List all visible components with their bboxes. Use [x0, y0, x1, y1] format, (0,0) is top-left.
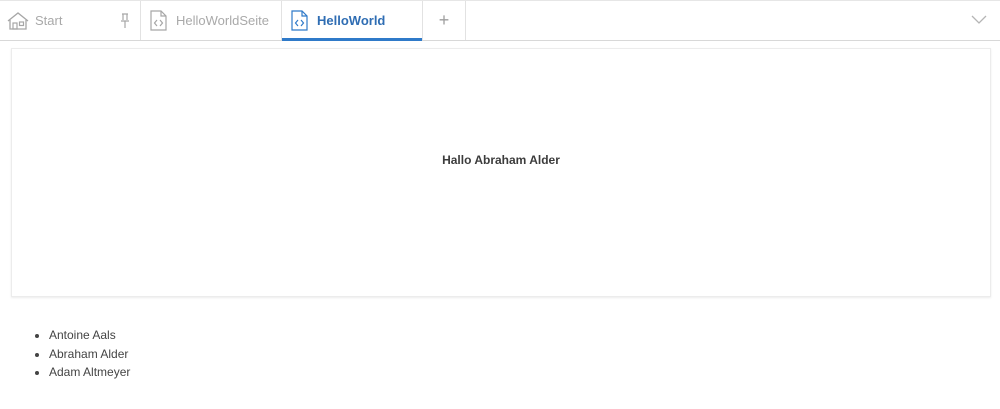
active-tab-indicator — [282, 38, 422, 41]
content-panel: Hallo Abraham Alder — [11, 48, 991, 297]
tab-start-label: Start — [35, 13, 63, 28]
tab-helloworldseite-label: HelloWorldSeite — [176, 13, 269, 28]
home-icon — [7, 11, 29, 31]
tab-bar: Start HelloWorldSeite HelloWorld + — [0, 0, 1000, 41]
list-item: Adam Altmeyer — [49, 363, 130, 382]
people-list: Antoine Aals Abraham Alder Adam Altmeyer — [20, 326, 130, 382]
code-file-icon — [291, 10, 308, 31]
code-file-icon — [150, 10, 167, 31]
add-tab-button[interactable]: + — [423, 1, 466, 40]
tab-start[interactable]: Start — [0, 1, 141, 40]
tab-helloworld[interactable]: HelloWorld — [282, 1, 423, 41]
tab-overflow-button[interactable] — [958, 1, 1000, 40]
list-item: Abraham Alder — [49, 345, 130, 364]
greeting-text: Hallo Abraham Alder — [442, 153, 560, 167]
app-window: Start HelloWorldSeite HelloWorld + Hallo… — [0, 0, 1000, 409]
tab-bar-spacer — [466, 1, 958, 40]
chevron-down-icon — [971, 12, 987, 30]
tab-helloworld-label: HelloWorld — [317, 13, 386, 28]
pin-icon[interactable] — [120, 13, 130, 32]
tab-helloworldseite[interactable]: HelloWorldSeite — [141, 1, 282, 40]
plus-icon: + — [438, 10, 450, 30]
list-item: Antoine Aals — [49, 326, 130, 345]
